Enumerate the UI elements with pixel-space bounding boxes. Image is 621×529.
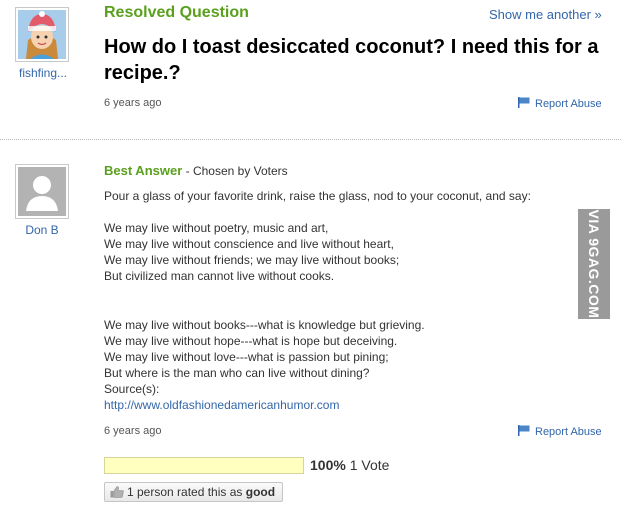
poem-line: We may live without conscience and live … bbox=[104, 237, 394, 251]
answer-body: Pour a glass of your favorite drink, rai… bbox=[104, 188, 579, 413]
asker-avatar[interactable] bbox=[15, 7, 69, 62]
watermark-text: VIA 9GAG.COM bbox=[586, 209, 602, 319]
source-link[interactable]: http://www.oldfashionedamericanhumor.com bbox=[104, 397, 579, 413]
resolved-question-label: Resolved Question bbox=[104, 4, 249, 21]
vote-summary: 100% 1 Vote bbox=[310, 457, 389, 473]
rated-value: good bbox=[245, 485, 276, 499]
question-report-abuse-link[interactable]: Report Abuse bbox=[518, 97, 602, 110]
vote-percentage-bar bbox=[104, 457, 304, 474]
poem-line: We may live without books---what is know… bbox=[104, 318, 425, 332]
section-divider bbox=[0, 139, 621, 140]
poem-line: We may live without hope---what is hope … bbox=[104, 334, 398, 348]
question-title: How do I toast desiccated coconut? I nee… bbox=[104, 36, 599, 84]
poem-line: But where is the man who can live withou… bbox=[104, 366, 370, 380]
report-abuse-label: Report Abuse bbox=[535, 426, 602, 438]
flag-icon bbox=[518, 425, 530, 436]
question-timestamp: 6 years ago bbox=[104, 97, 162, 109]
answer-timestamp: 6 years ago bbox=[104, 425, 162, 437]
girl-avatar-icon bbox=[18, 10, 66, 59]
poem-line: But civilized man cannot live without co… bbox=[104, 269, 335, 283]
vote-percent: 100% bbox=[310, 457, 346, 473]
answerer-avatar[interactable] bbox=[15, 164, 69, 219]
vote-count: 1 Vote bbox=[349, 457, 390, 473]
best-answer-label: Best Answer bbox=[104, 163, 183, 178]
flag-icon bbox=[518, 97, 530, 108]
answer-report-abuse-link[interactable]: Report Abuse bbox=[518, 425, 602, 438]
sources-label: Source(s): bbox=[104, 382, 160, 396]
best-answer-heading: Best Answer - Chosen by Voters bbox=[104, 163, 288, 178]
watermark: VIA 9GAG.COM bbox=[578, 209, 610, 319]
default-user-icon bbox=[18, 167, 66, 216]
report-abuse-label: Report Abuse bbox=[535, 98, 602, 110]
asker-name[interactable]: fishfing... bbox=[8, 66, 78, 80]
show-another-link[interactable]: Show me another » bbox=[489, 7, 602, 22]
answer-intro: Pour a glass of your favorite drink, rai… bbox=[104, 189, 531, 203]
poem-line: We may live without love---what is passi… bbox=[104, 350, 389, 364]
rate-good-button[interactable]: 1 person rated this as good bbox=[104, 482, 284, 502]
answerer-name[interactable]: Don B bbox=[14, 223, 70, 237]
thumbs-up-icon bbox=[110, 485, 124, 498]
rated-text: 1 person rated this as bbox=[127, 485, 246, 499]
chosen-by-label: - Chosen by Voters bbox=[182, 164, 288, 178]
poem-line: We may live without friends; we may live… bbox=[104, 253, 400, 267]
poem-line: We may live without poetry, music and ar… bbox=[104, 221, 329, 235]
